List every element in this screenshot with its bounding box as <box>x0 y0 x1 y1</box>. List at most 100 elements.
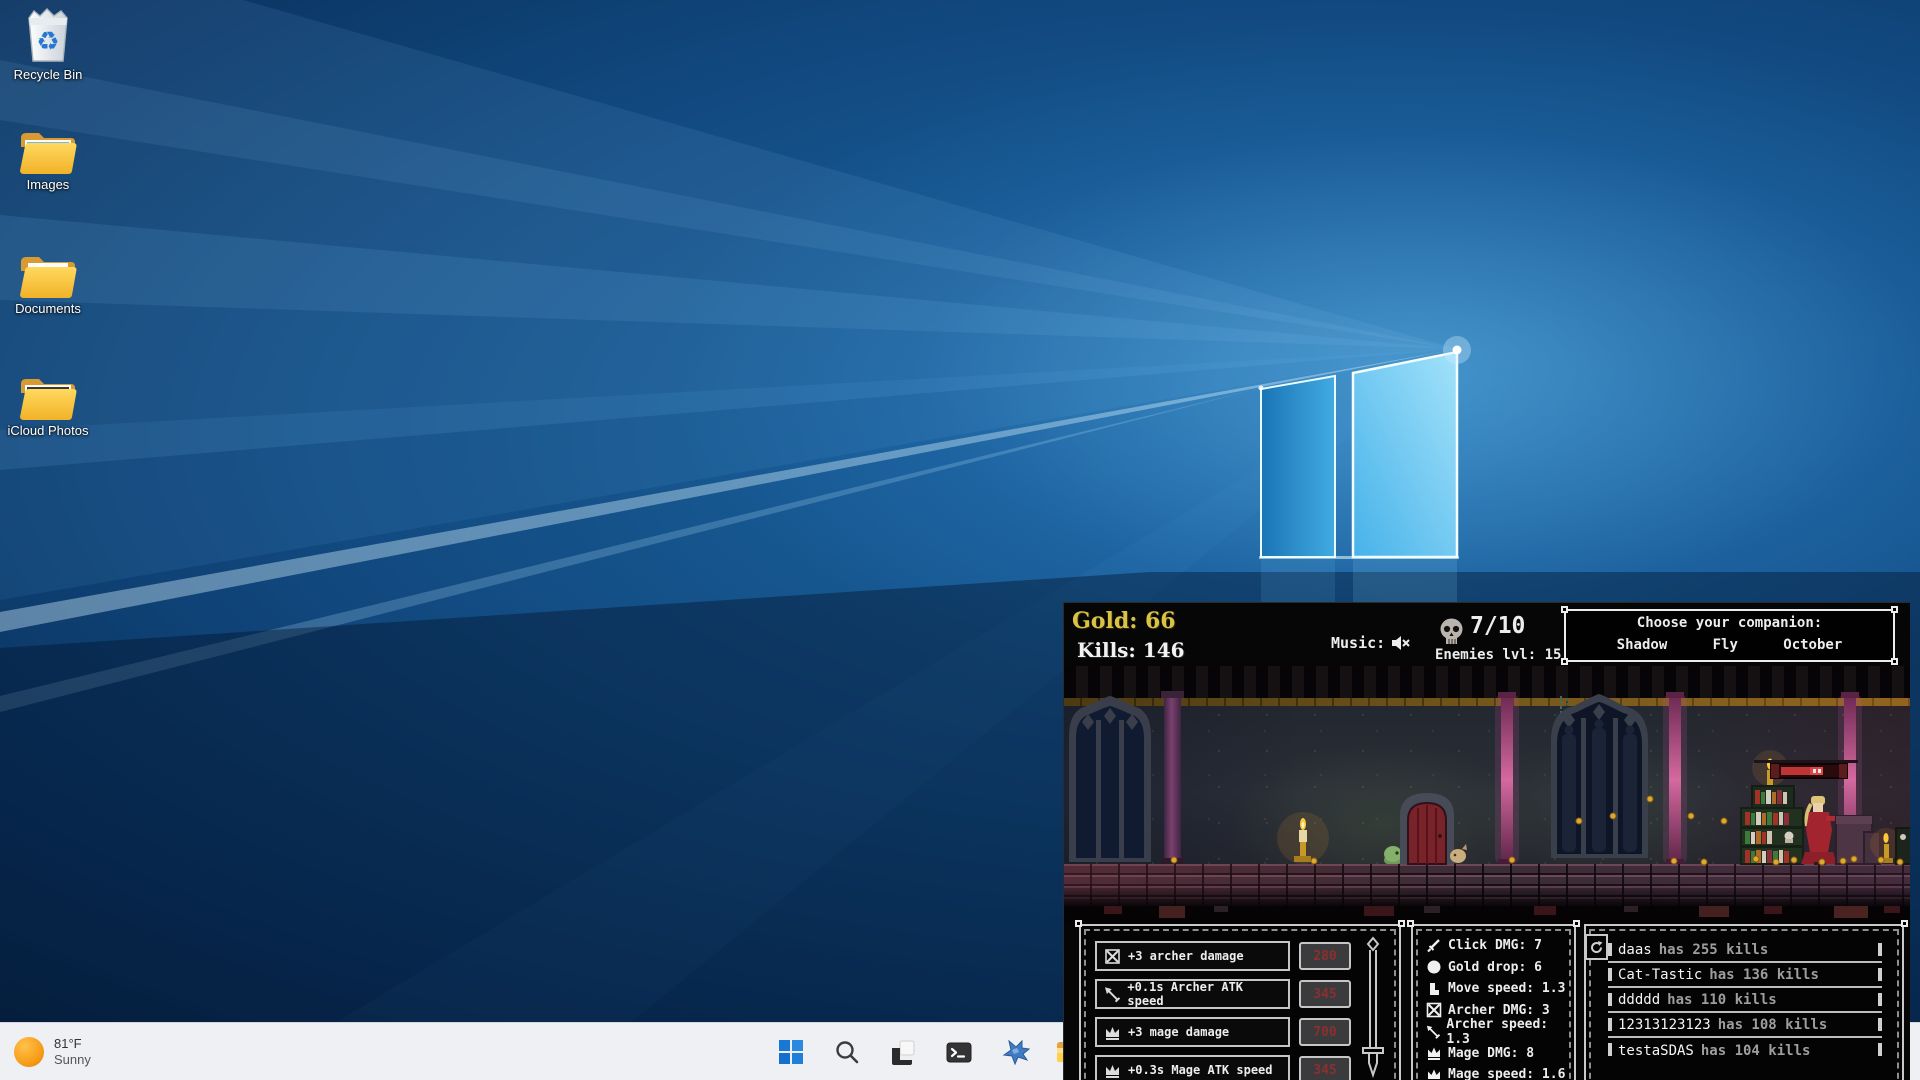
companion-option-shadow[interactable]: Shadow <box>1617 637 1668 653</box>
companion-chooser: Choose your companion: Shadow Fly Octobe… <box>1564 609 1895 662</box>
blue-dragon-game-icon <box>1000 1037 1030 1067</box>
gold-counter: Gold: 66 <box>1072 608 1176 634</box>
stat-label: Gold drop: 6 <box>1448 960 1542 975</box>
stat-label: Move speed: 1.3 <box>1448 981 1565 996</box>
player-kills: has 108 kills <box>1718 1017 1828 1033</box>
stat-click-dmg: Click DMG: 7 <box>1426 935 1566 957</box>
crown-icon <box>1104 1024 1121 1041</box>
stat-mage-speed: Mage speed: 1.6 <box>1426 1064 1566 1080</box>
search-icon <box>834 1039 860 1065</box>
stats-panel: Click DMG: 7 Gold drop: 6 Move speed: 1.… <box>1411 924 1576 1080</box>
corner-decor <box>1561 658 1568 665</box>
upgrade-cost: 345 <box>1299 980 1351 1008</box>
upgrade-mage-damage[interactable]: +3 mage damage 700 <box>1095 1015 1351 1049</box>
icon-label: Documents <box>15 301 81 316</box>
stat-label: Mage DMG: 8 <box>1448 1046 1534 1061</box>
stat-label: Archer DMG: 3 <box>1448 1003 1550 1018</box>
gothic-window-left <box>1069 696 1151 862</box>
upgrade-cost: 280 <box>1299 942 1351 970</box>
companion-option-fly[interactable]: Fly <box>1713 637 1738 653</box>
corner-decor <box>1573 920 1580 927</box>
sword-icon <box>1426 938 1442 954</box>
folder-images-icon <box>18 126 78 174</box>
scene-artwork <box>1064 666 1910 906</box>
taskbar-icons <box>776 1023 1086 1080</box>
wave-counter: 7/10 <box>1470 613 1525 639</box>
crown-icon <box>1104 1062 1121 1079</box>
pillar-purple <box>1161 691 1184 864</box>
leaderboard-row: daas has 255 kills <box>1608 938 1882 963</box>
upgrades-panel: +3 archer damage 280 +0.1s Archer ATK sp… <box>1079 924 1401 1080</box>
leaderboard-refresh-button[interactable] <box>1585 934 1608 960</box>
desktop-icon-icloud-photos[interactable]: iCloud Photos <box>6 372 90 438</box>
svg-text:♻: ♻ <box>36 27 59 57</box>
upgrade-archer-damage[interactable]: +3 archer damage 280 <box>1095 939 1351 973</box>
arrow-icon <box>1104 986 1120 1003</box>
icon-label: iCloud Photos <box>8 423 89 438</box>
leaderboard-panel: daas has 255 kills Cat-Tastic has 136 ki… <box>1584 924 1904 1080</box>
corner-decor <box>1561 606 1568 613</box>
player-name: daas <box>1618 942 1652 958</box>
gothic-window-center <box>1551 694 1648 858</box>
sword-scrollbar-decor[interactable] <box>1361 936 1385 1080</box>
music-toggle[interactable]: Music: <box>1331 634 1410 652</box>
search-button[interactable] <box>832 1037 862 1067</box>
dungeon-door <box>1400 793 1454 864</box>
crown-icon <box>1426 1045 1442 1061</box>
desktop-icon-recycle-bin[interactable]: ♻ Recycle Bin <box>6 6 90 82</box>
player-kills: has 104 kills <box>1701 1043 1811 1059</box>
corner-decor <box>1901 920 1908 927</box>
game-window: Gold: 66 Kills: 146 Music: 7/10 E <box>1063 602 1910 1080</box>
upgrade-label: +3 archer damage <box>1128 949 1244 963</box>
taskbar-weather-widget[interactable]: 81°F Sunny <box>14 1023 91 1080</box>
pillar-pink <box>1663 692 1687 864</box>
game-app-button[interactable] <box>1000 1037 1030 1067</box>
icon-label: Images <box>27 177 70 192</box>
terminal-icon <box>945 1038 973 1066</box>
player-kills: has 136 kills <box>1709 967 1819 983</box>
upgrade-label: +3 mage damage <box>1128 1025 1229 1039</box>
stat-archer-speed: Archer speed: 1.3 <box>1426 1021 1566 1043</box>
music-label: Music: <box>1331 634 1385 652</box>
enemies-level: Enemies lvl: 15 <box>1435 647 1561 663</box>
desktop-icon-documents[interactable]: Documents <box>6 250 90 316</box>
stat-move-speed: Move speed: 1.3 <box>1426 978 1566 1000</box>
folder-icloud-photos-icon <box>18 372 78 420</box>
upgrade-mage-speed[interactable]: +0.3s Mage ATK speed 345 <box>1095 1053 1351 1080</box>
corner-decor <box>1407 920 1414 927</box>
stat-label: Archer speed: 1.3 <box>1446 1017 1566 1047</box>
upgrade-cost: 345 <box>1299 1056 1351 1080</box>
corner-decor <box>1398 920 1405 927</box>
sunny-weather-icon <box>14 1037 44 1067</box>
player-name: testaSDAS <box>1618 1043 1694 1059</box>
hero-character <box>1801 796 1839 865</box>
upgrade-label: +0.3s Mage ATK speed <box>1128 1063 1273 1077</box>
player-name: ddddd <box>1618 992 1660 1008</box>
terminal-button[interactable] <box>944 1037 974 1067</box>
recycle-bin-icon: ♻ <box>21 6 75 64</box>
boot-icon <box>1426 981 1442 997</box>
upgrade-label: +0.1s Archer ATK speed <box>1127 980 1281 1008</box>
leaderboard-row: 12313123123 has 108 kills <box>1608 1013 1882 1038</box>
task-view-button[interactable] <box>888 1037 918 1067</box>
windows-logo-icon <box>778 1039 804 1065</box>
player-name: Cat-Tastic <box>1618 967 1702 983</box>
crossed-swords-icon <box>1426 1002 1442 1018</box>
start-button[interactable] <box>776 1037 806 1067</box>
game-scene[interactable] <box>1064 666 1910 906</box>
stat-label: Click DMG: 7 <box>1448 938 1542 953</box>
desktop: ♻ Recycle Bin Images Documents <box>0 0 1920 1080</box>
skull-icon <box>1438 617 1465 647</box>
upgrade-archer-speed[interactable]: +0.1s Archer ATK speed 345 <box>1095 977 1351 1011</box>
companion-option-october[interactable]: October <box>1783 637 1842 653</box>
corner-decor <box>1891 658 1898 665</box>
icon-label: Recycle Bin <box>14 67 83 82</box>
companion-title: Choose your companion: <box>1566 615 1893 631</box>
pillar-pink <box>1495 692 1519 864</box>
weather-temperature: 81°F <box>54 1036 91 1052</box>
folder-documents-icon <box>18 250 78 298</box>
coin-icon <box>1426 959 1442 975</box>
arrow-icon <box>1426 1024 1440 1040</box>
corner-decor <box>1075 920 1082 927</box>
desktop-icon-images[interactable]: Images <box>6 126 90 192</box>
